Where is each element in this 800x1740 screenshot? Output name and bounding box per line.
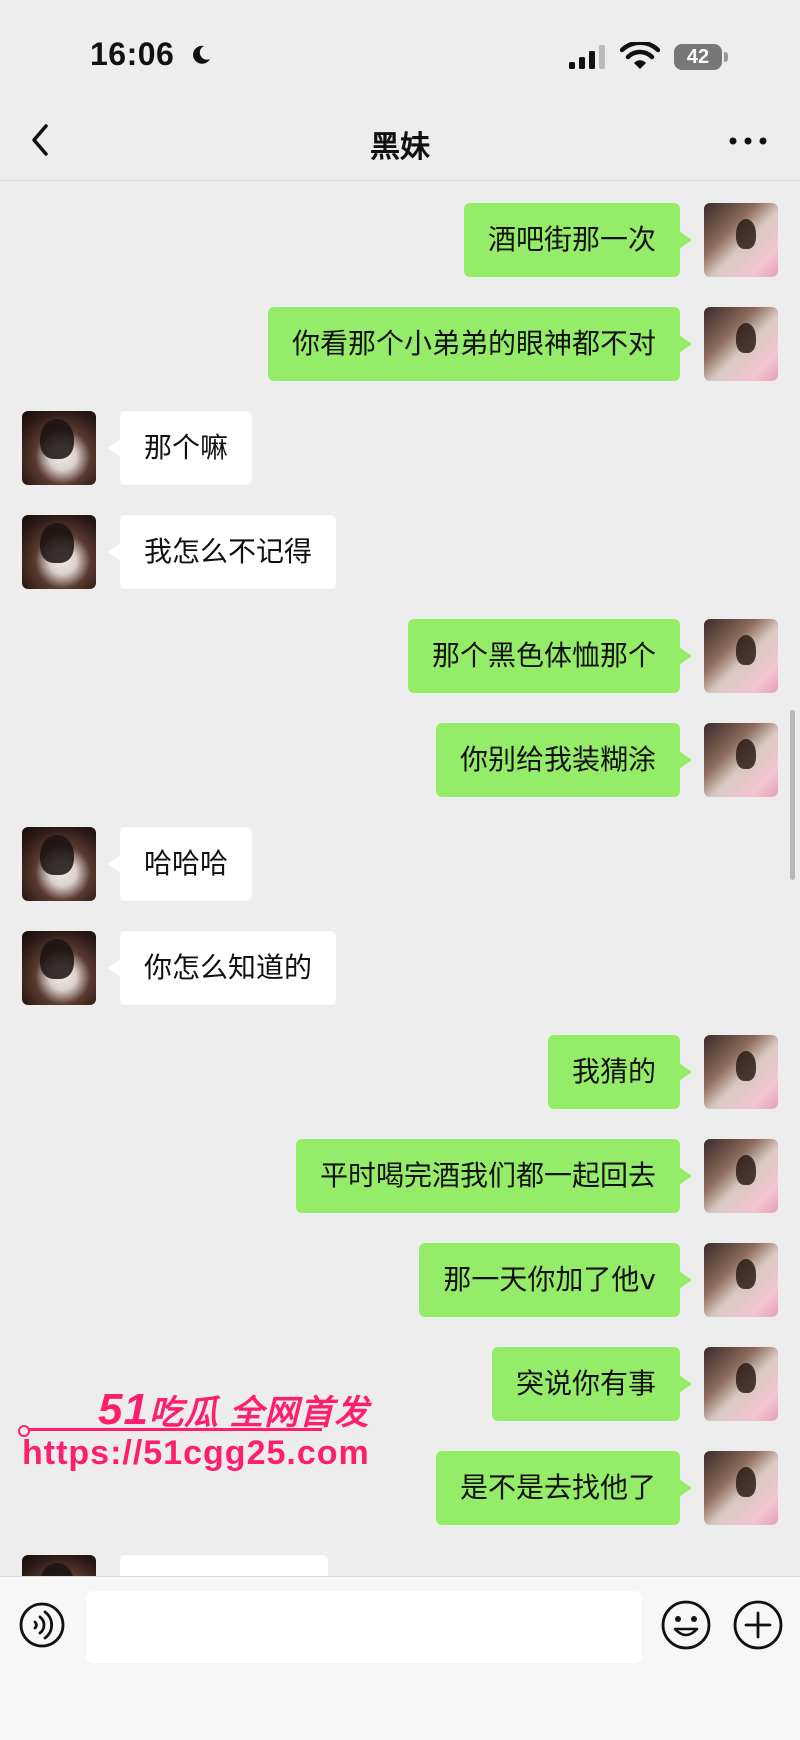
message-bubble[interactable]: 平时喝完酒我们都一起回去 bbox=[295, 1139, 693, 1213]
message-row: 酒吧街那一次 bbox=[0, 203, 800, 279]
avatar[interactable] bbox=[22, 827, 96, 901]
emoji-icon[interactable] bbox=[660, 1599, 712, 1651]
message-row: 你看那个小弟弟的眼神都不对 bbox=[0, 307, 800, 383]
message-bubble[interactable]: 你别给我装糊涂 bbox=[435, 723, 693, 797]
avatar[interactable] bbox=[22, 1555, 96, 1576]
plus-icon[interactable] bbox=[732, 1599, 784, 1651]
avatar-image bbox=[40, 939, 74, 979]
status-time: 16:06 bbox=[90, 36, 175, 72]
message-row-partial bbox=[0, 1555, 800, 1576]
message-row: 平时喝完酒我们都一起回去 bbox=[0, 1139, 800, 1215]
avatar[interactable] bbox=[704, 307, 778, 381]
message-row: 哈哈哈 bbox=[0, 827, 800, 903]
message-bubble[interactable]: 那个黑色体恤那个 bbox=[407, 619, 693, 693]
avatar[interactable] bbox=[22, 931, 96, 1005]
watermark-divider bbox=[18, 1425, 322, 1437]
avatar-image bbox=[736, 1259, 756, 1289]
avatar[interactable] bbox=[704, 1451, 778, 1525]
more-dots-icon[interactable] bbox=[728, 136, 768, 146]
avatar[interactable] bbox=[22, 411, 96, 485]
input-bar bbox=[0, 1576, 800, 1740]
message-row: 我怎么不记得 bbox=[0, 515, 800, 591]
avatar-image bbox=[736, 635, 756, 665]
message-bubble[interactable]: 是不是去找他了 bbox=[435, 1451, 693, 1525]
avatar-image bbox=[736, 1363, 756, 1393]
avatar[interactable] bbox=[704, 723, 778, 797]
chat-header: 黑妹 bbox=[0, 100, 800, 181]
message-row: 你别给我装糊涂 bbox=[0, 723, 800, 799]
message-bubble[interactable]: 哈哈哈 bbox=[107, 827, 253, 901]
message-list[interactable]: 酒吧街那一次 你看那个小弟弟的眼神都不对 那个嘛 我怎么不记得 那个黑色体恤那个… bbox=[0, 181, 800, 1576]
message-bubble[interactable]: 那一天你加了他v bbox=[419, 1243, 692, 1317]
avatar-image bbox=[40, 523, 74, 563]
voice-icon[interactable] bbox=[18, 1601, 66, 1649]
battery-cap bbox=[724, 52, 728, 62]
page-title: 黑妹 bbox=[370, 130, 430, 165]
message-bubble[interactable]: 我猜的 bbox=[547, 1035, 693, 1109]
message-row: 我猜的 bbox=[0, 1035, 800, 1111]
message-bubble[interactable] bbox=[120, 1555, 328, 1576]
avatar-image bbox=[736, 1051, 756, 1081]
avatar-image bbox=[40, 419, 74, 459]
message-bubble[interactable]: 我怎么不记得 bbox=[107, 515, 337, 589]
avatar[interactable] bbox=[704, 203, 778, 277]
avatar[interactable] bbox=[704, 1035, 778, 1109]
avatar[interactable] bbox=[22, 515, 96, 589]
message-row: 那个嘛 bbox=[0, 411, 800, 487]
avatar[interactable] bbox=[704, 1347, 778, 1421]
message-bubble[interactable]: 突说你有事 bbox=[491, 1347, 693, 1421]
battery-indicator: 42 bbox=[674, 44, 722, 70]
message-input[interactable] bbox=[86, 1591, 642, 1663]
avatar[interactable] bbox=[704, 619, 778, 693]
watermark-logo-text: 吃瓜 全网首发 bbox=[148, 1394, 370, 1432]
scrollbar[interactable] bbox=[790, 710, 795, 880]
message-row: 那一天你加了他v bbox=[0, 1243, 800, 1319]
avatar-image bbox=[736, 739, 756, 769]
message-bubble[interactable]: 那个嘛 bbox=[107, 411, 253, 485]
watermark-logo-number: 51 bbox=[98, 1385, 149, 1434]
message-bubble[interactable]: 你怎么知道的 bbox=[107, 931, 337, 1005]
avatar-image bbox=[736, 1467, 756, 1497]
avatar-image bbox=[736, 1155, 756, 1185]
avatar-image bbox=[736, 219, 756, 249]
avatar[interactable] bbox=[704, 1139, 778, 1213]
signal-icon bbox=[569, 45, 605, 69]
moon-icon bbox=[193, 45, 210, 64]
message-row: 你怎么知道的 bbox=[0, 931, 800, 1007]
message-bubble[interactable]: 酒吧街那一次 bbox=[463, 203, 693, 277]
avatar[interactable] bbox=[704, 1243, 778, 1317]
avatar-image bbox=[40, 835, 74, 875]
avatar-image bbox=[40, 1563, 74, 1576]
avatar-image bbox=[736, 323, 756, 353]
wifi-icon bbox=[620, 42, 660, 69]
message-bubble[interactable]: 你看那个小弟弟的眼神都不对 bbox=[267, 307, 693, 381]
watermark-url: https://51cgg25.com bbox=[22, 1434, 370, 1472]
message-row: 那个黑色体恤那个 bbox=[0, 619, 800, 695]
